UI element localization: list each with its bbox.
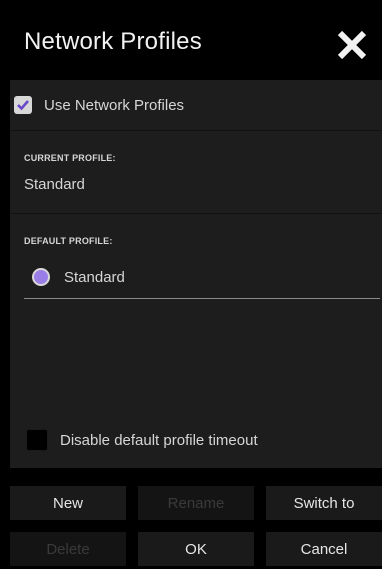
default-profile-option-label: Standard (64, 268, 125, 286)
rename-button[interactable]: Rename (138, 486, 254, 520)
close-icon (337, 30, 367, 60)
radio-button[interactable] (32, 268, 50, 286)
divider (10, 213, 382, 214)
disable-timeout-label: Disable default profile timeout (60, 431, 258, 449)
current-profile-heading: CURRENT PROFILE: (24, 153, 116, 163)
disable-timeout-checkbox[interactable] (26, 429, 48, 451)
dialog-title: Network Profiles (24, 28, 202, 55)
use-network-profiles-checkbox[interactable] (14, 96, 32, 114)
list-underline (24, 298, 380, 299)
network-profiles-dialog: Network Profiles Use Network Profiles CU… (0, 0, 382, 569)
close-button[interactable] (335, 28, 369, 62)
use-network-profiles-label: Use Network Profiles (44, 96, 185, 114)
switch-to-button[interactable]: Switch to (266, 486, 382, 520)
divider (10, 130, 382, 131)
new-button[interactable]: New (10, 486, 126, 520)
cancel-button[interactable]: Cancel (266, 532, 382, 566)
profiles-panel: Use Network Profiles CURRENT PROFILE: St… (10, 80, 382, 468)
default-profile-option[interactable]: Standard (32, 268, 125, 286)
delete-button[interactable]: Delete (10, 532, 126, 566)
check-icon (17, 100, 29, 111)
disable-timeout-row[interactable]: Disable default profile timeout (10, 420, 382, 460)
current-profile-value: Standard (24, 176, 85, 193)
title-bar: Network Profiles (0, 0, 382, 80)
ok-button[interactable]: OK (138, 532, 254, 566)
use-network-profiles-row[interactable]: Use Network Profiles (10, 80, 382, 130)
default-profile-heading: DEFAULT PROFILE: (24, 236, 113, 246)
